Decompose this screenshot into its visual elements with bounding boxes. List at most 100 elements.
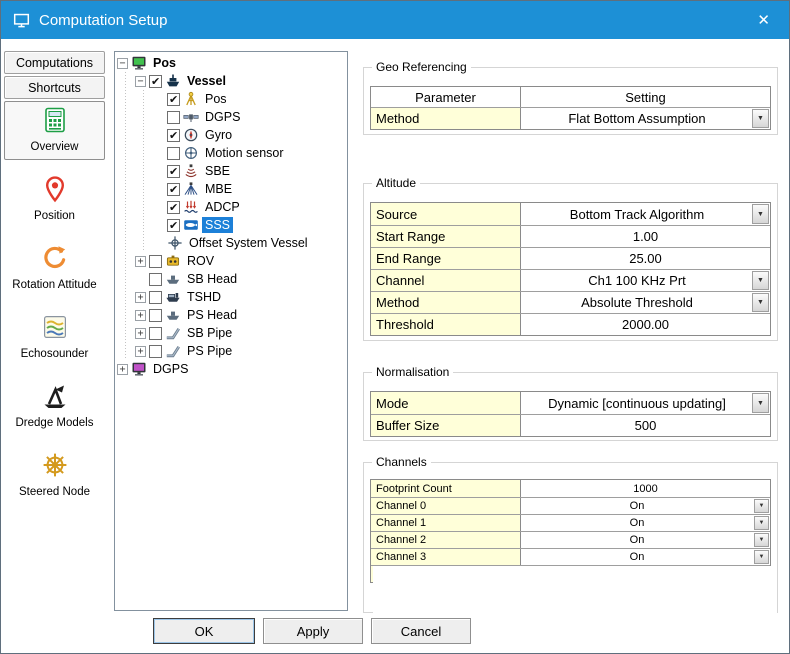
sidebar-tab-shortcuts[interactable]: Shortcuts [4, 76, 105, 99]
tree-checkbox[interactable] [167, 93, 180, 106]
ok-button[interactable]: OK [153, 618, 255, 644]
tree-checkbox[interactable] [167, 201, 180, 214]
tree-node-label[interactable]: SSS [202, 217, 233, 233]
tree-node-label[interactable]: Motion sensor [202, 145, 287, 161]
tree-node-dgps[interactable]: DGPS [117, 108, 345, 126]
tree-checkbox[interactable] [149, 255, 162, 268]
tree-node-label[interactable]: MBE [202, 181, 235, 197]
tree-node-sb-pipe[interactable]: + SB Pipe [117, 324, 345, 342]
tree-node-offset-system-vessel[interactable]: Offset System Vessel [117, 234, 345, 252]
pipe-icon [165, 343, 181, 359]
tree-expander-minus-icon[interactable]: − [135, 76, 146, 87]
sidebar-item-label: Overview [31, 141, 79, 153]
param-value-cell[interactable]: Flat Bottom Assumption▼ [521, 108, 770, 129]
param-value-cell[interactable]: Bottom Track Algorithm▼ [521, 203, 770, 225]
tree-node-sb-head[interactable]: SB Head [117, 270, 345, 288]
param-value-cell[interactable]: 25.00 [521, 248, 770, 269]
tree-node-label[interactable]: PS Head [184, 307, 240, 323]
tree-node-label[interactable]: SB Pipe [184, 325, 235, 341]
tree-checkbox[interactable] [167, 111, 180, 124]
tree-checkbox[interactable] [167, 147, 180, 160]
param-value-cell[interactable]: On▼ [521, 532, 770, 548]
tree-expander-plus-icon[interactable]: + [135, 310, 146, 321]
sidebar-tab-computations[interactable]: Computations [4, 51, 105, 74]
tree-expander-plus-icon[interactable]: + [135, 346, 146, 357]
tree-checkbox[interactable] [149, 327, 162, 340]
tree-node-gyro[interactable]: Gyro [117, 126, 345, 144]
tree-node-label[interactable]: ADCP [202, 199, 243, 215]
param-value-cell[interactable]: 1.00 [521, 226, 770, 247]
tree-node-label[interactable]: PS Pipe [184, 343, 235, 359]
tree-node-sss[interactable]: SSS [117, 216, 345, 234]
tree-node-label[interactable]: Vessel [184, 73, 229, 89]
tree-node-ps-head[interactable]: + PS Head [117, 306, 345, 324]
dropdown-arrow-icon[interactable]: ▼ [752, 271, 769, 290]
titlebar[interactable]: Computation Setup ✕ [1, 1, 789, 39]
sidebar-item-dredge-models[interactable]: Dredge Models [4, 377, 105, 436]
tree-checkbox[interactable] [149, 291, 162, 304]
param-value-cell[interactable]: On▼ [521, 498, 770, 514]
tree-node-label[interactable]: DGPS [150, 361, 191, 377]
sidebar-item-overview[interactable]: Overview [4, 101, 105, 160]
dropdown-arrow-icon[interactable]: ▼ [754, 499, 769, 513]
sidebar-item-position[interactable]: Position [4, 170, 105, 229]
tree-expander-plus-icon[interactable]: + [135, 256, 146, 267]
sidebar-item-rotation-attitude[interactable]: Rotation Attitude [4, 239, 105, 298]
tree-node-mbe[interactable]: MBE [117, 180, 345, 198]
tree-checkbox[interactable] [149, 75, 162, 88]
tree-node-adcp[interactable]: ADCP [117, 198, 345, 216]
dropdown-arrow-icon[interactable]: ▼ [754, 533, 769, 547]
sidebar-item-echosounder[interactable]: Echosounder [4, 308, 105, 367]
dropdown-arrow-icon[interactable]: ▼ [752, 204, 769, 224]
param-value-cell[interactable]: 1000 [521, 480, 770, 497]
tree-checkbox[interactable] [149, 345, 162, 358]
tree-node-dgps[interactable]: + DGPS [117, 360, 345, 378]
param-value-cell[interactable]: 2000.00 [521, 314, 770, 335]
param-value-cell[interactable]: On▼ [521, 549, 770, 565]
tree-node-motion-sensor[interactable]: Motion sensor [117, 144, 345, 162]
tree-checkbox[interactable] [167, 183, 180, 196]
param-value-cell[interactable]: Ch1 100 KHz Prt▼ [521, 270, 770, 291]
normalisation-row-mode: ModeDynamic [continuous updating]▼ [371, 392, 770, 414]
dropdown-arrow-icon[interactable]: ▼ [754, 516, 769, 530]
tree-node-tshd[interactable]: + TSHD [117, 288, 345, 306]
tree-node-label[interactable]: ROV [184, 253, 217, 269]
tree-expander-plus-icon[interactable]: + [135, 328, 146, 339]
adcp-icon [183, 199, 199, 215]
tree-node-label[interactable]: DGPS [202, 109, 243, 125]
tree-checkbox[interactable] [149, 309, 162, 322]
tree-node-pos[interactable]: − Pos [117, 54, 345, 72]
altitude-row-method: MethodAbsolute Threshold▼ [371, 291, 770, 313]
dropdown-arrow-icon[interactable]: ▼ [754, 550, 769, 564]
tree-node-label[interactable]: Pos [150, 55, 179, 71]
cancel-button[interactable]: Cancel [371, 618, 471, 644]
tree-node-rov[interactable]: + ROV [117, 252, 345, 270]
tree-expander-minus-icon[interactable]: − [117, 58, 128, 69]
tree-node-label[interactable]: Offset System Vessel [186, 235, 311, 251]
tree-node-label[interactable]: TSHD [184, 289, 224, 305]
tree-checkbox[interactable] [167, 129, 180, 142]
tree-node-label[interactable]: Pos [202, 91, 230, 107]
apply-button[interactable]: Apply [263, 618, 363, 644]
tree-node-label[interactable]: SB Head [184, 271, 240, 287]
dropdown-arrow-icon[interactable]: ▼ [752, 293, 769, 312]
tree-node-ps-pipe[interactable]: + PS Pipe [117, 342, 345, 360]
tree-node-label[interactable]: Gyro [202, 127, 235, 143]
close-button[interactable]: ✕ [750, 9, 777, 31]
tree-checkbox[interactable] [167, 219, 180, 232]
param-value-cell[interactable]: On▼ [521, 515, 770, 531]
tree-expander-plus-icon[interactable]: + [135, 292, 146, 303]
tree-expander-plus-icon[interactable]: + [117, 364, 128, 375]
dropdown-arrow-icon[interactable]: ▼ [752, 109, 769, 128]
tree-node-label[interactable]: SBE [202, 163, 233, 179]
sidebar-item-steered-node[interactable]: Steered Node [4, 446, 105, 505]
tree-checkbox[interactable] [167, 165, 180, 178]
tree-checkbox[interactable] [149, 273, 162, 286]
tree-node-vessel[interactable]: − Vessel [117, 72, 345, 90]
tree-node-sbe[interactable]: SBE [117, 162, 345, 180]
dropdown-arrow-icon[interactable]: ▼ [752, 393, 769, 413]
param-value-cell[interactable]: 500 [521, 415, 770, 436]
param-value-cell[interactable]: Dynamic [continuous updating]▼ [521, 392, 770, 414]
param-value-cell[interactable]: Absolute Threshold▼ [521, 292, 770, 313]
tree-node-pos[interactable]: Pos [117, 90, 345, 108]
